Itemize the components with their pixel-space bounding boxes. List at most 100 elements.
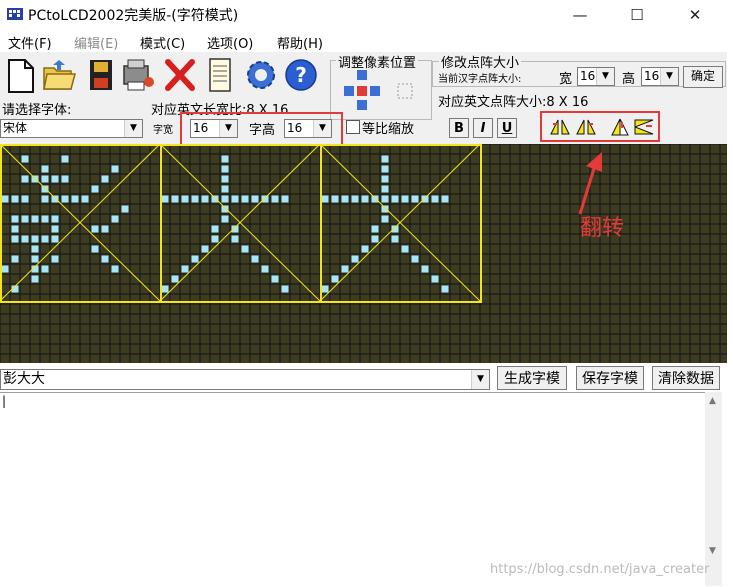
proportional-label: 等比缩放 xyxy=(362,122,415,137)
chevron-down-icon: ▼ xyxy=(660,68,678,85)
lit-pixel xyxy=(341,195,349,203)
lit-pixel xyxy=(41,215,49,223)
app-icon xyxy=(7,8,23,20)
maximize-button[interactable]: ☐ xyxy=(614,0,660,30)
new-file-icon[interactable] xyxy=(3,56,39,94)
bold-button[interactable]: B xyxy=(449,118,469,138)
lit-pixel xyxy=(401,195,409,203)
char-width-select[interactable]: 16 ▼ xyxy=(190,119,238,138)
scroll-down-icon[interactable]: ▼ xyxy=(709,546,716,556)
pixel-arrows-icon[interactable] xyxy=(340,70,424,114)
delete-x-icon[interactable] xyxy=(162,56,198,94)
flip-vertical-icon[interactable] xyxy=(608,116,632,138)
lit-pixel xyxy=(101,255,109,263)
window-edge xyxy=(727,30,733,586)
lit-pixel xyxy=(11,255,19,263)
lit-pixel xyxy=(341,265,349,273)
flip-vertical-2-icon[interactable] xyxy=(632,116,656,138)
lit-pixel xyxy=(51,225,59,233)
lit-pixel xyxy=(441,285,449,293)
lit-pixel xyxy=(161,195,169,203)
lit-pixel xyxy=(221,195,229,203)
lit-pixel xyxy=(161,285,169,293)
lit-pixel xyxy=(221,175,229,183)
lit-pixel xyxy=(231,225,239,233)
width-select[interactable]: 16 ▼ xyxy=(577,67,615,86)
lit-pixel xyxy=(351,255,359,263)
confirm-button[interactable]: 确定 xyxy=(683,66,723,88)
menu-mode[interactable]: 模式(C) xyxy=(140,33,185,52)
lit-pixel xyxy=(351,195,359,203)
annotation-label: 翻转 xyxy=(580,216,625,241)
lit-pixel xyxy=(111,165,119,173)
lit-pixel xyxy=(391,195,399,203)
clear-button[interactable]: 清除数据 xyxy=(652,366,720,390)
lit-pixel xyxy=(361,195,369,203)
window-title: PCtoLCD2002完美版-(字符模式) xyxy=(28,8,239,24)
save-font-button[interactable]: 保存字模 xyxy=(576,366,644,390)
lit-pixel xyxy=(381,215,389,223)
lit-pixel xyxy=(381,175,389,183)
adjust-pixel-title: 调整像素位置 xyxy=(336,52,419,71)
lit-pixel xyxy=(281,195,289,203)
close-button[interactable]: ✕ xyxy=(672,0,718,30)
lit-pixel xyxy=(431,275,439,283)
lit-pixel xyxy=(441,195,449,203)
lit-pixel xyxy=(211,195,219,203)
lit-pixel xyxy=(191,255,199,263)
italic-button[interactable]: I xyxy=(473,118,493,138)
lit-pixel xyxy=(191,195,199,203)
lit-pixel xyxy=(421,265,429,273)
char-height-value: 16 xyxy=(287,121,303,135)
lit-pixel xyxy=(11,225,19,233)
help-icon[interactable]: ? xyxy=(283,56,319,94)
lit-pixel xyxy=(101,175,109,183)
flip-horizontal-2-icon[interactable] xyxy=(574,116,598,138)
lit-pixel xyxy=(51,255,59,263)
height-value: 16 xyxy=(644,69,660,83)
underline-button[interactable]: U xyxy=(497,118,517,138)
lit-pixel xyxy=(371,235,379,243)
flip-horizontal-icon[interactable] xyxy=(548,116,572,138)
lit-pixel xyxy=(21,235,29,243)
generate-button[interactable]: 生成字模 xyxy=(497,366,567,390)
vertical-scrollbar[interactable]: ▲ ▼ xyxy=(705,392,722,586)
lit-pixel xyxy=(171,275,179,283)
gear-icon[interactable] xyxy=(243,56,279,94)
lit-pixel xyxy=(111,215,119,223)
lit-pixel xyxy=(401,245,409,253)
open-folder-icon[interactable] xyxy=(41,56,77,94)
lit-pixel xyxy=(211,225,219,233)
menu-help[interactable]: 帮助(H) xyxy=(277,33,323,52)
height-select[interactable]: 16 ▼ xyxy=(641,67,679,86)
lit-pixel xyxy=(11,195,19,203)
minimize-button[interactable]: — xyxy=(557,0,603,30)
notepad-icon[interactable] xyxy=(202,56,238,94)
char-width-label: 字宽 xyxy=(153,125,173,136)
lit-pixel xyxy=(201,245,209,253)
lit-pixel xyxy=(91,185,99,193)
lit-pixel xyxy=(221,165,229,173)
menu-options[interactable]: 选项(O) xyxy=(207,33,253,52)
menu-file[interactable]: 文件(F) xyxy=(8,33,52,52)
english-dot-label: 对应英文点阵大小:8 X 16 xyxy=(438,95,589,110)
output-textarea[interactable]: | xyxy=(0,392,705,587)
char-height-select[interactable]: 16 ▼ xyxy=(284,119,332,138)
menu-edit[interactable]: 编辑(E) xyxy=(74,33,118,52)
lit-pixel xyxy=(281,285,289,293)
pixel-grid[interactable] xyxy=(0,144,727,363)
lit-pixel xyxy=(1,265,9,273)
lit-pixel xyxy=(181,265,189,273)
lit-pixel xyxy=(361,245,369,253)
lit-pixel xyxy=(411,195,419,203)
lit-pixel xyxy=(221,205,229,213)
lit-pixel xyxy=(221,215,229,223)
text-input[interactable]: 彭大大 ▼ xyxy=(0,369,490,390)
lit-pixel xyxy=(321,195,329,203)
scroll-up-icon[interactable]: ▲ xyxy=(709,396,716,406)
save-disk-icon[interactable] xyxy=(83,56,119,94)
settings-printer-icon[interactable] xyxy=(120,56,156,94)
font-select[interactable]: 宋体 ▼ xyxy=(0,119,143,138)
proportional-checkbox[interactable] xyxy=(346,120,360,134)
lit-pixel xyxy=(211,235,219,243)
